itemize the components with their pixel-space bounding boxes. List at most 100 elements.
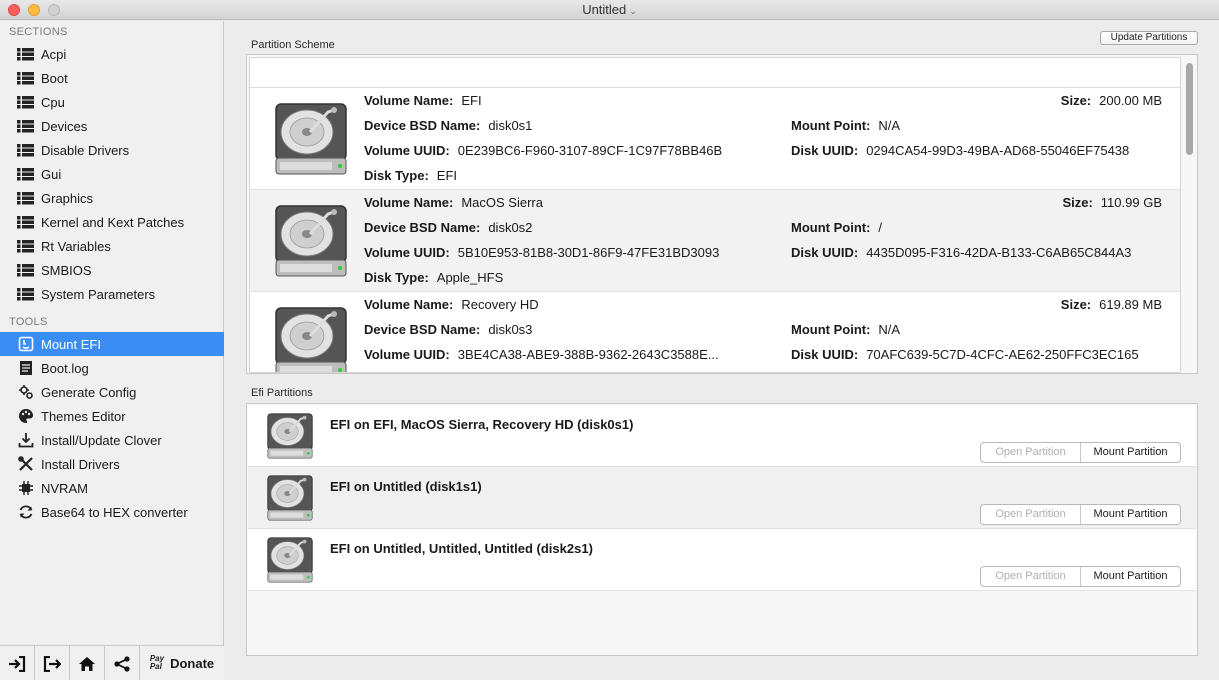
tool-item-themes-editor[interactable]: Themes Editor [0, 404, 224, 428]
home-button[interactable] [70, 646, 105, 680]
share-button[interactable] [105, 646, 140, 680]
disk-type-field: Disk Type: [364, 372, 437, 373]
tool-item-label: Base64 to HEX converter [41, 504, 188, 520]
tool-item-nvram[interactable]: NVRAM [0, 476, 224, 500]
list-icon [17, 238, 34, 255]
hard-drive-icon [270, 98, 352, 180]
partition-action-control: Open Partition Mount Partition [980, 566, 1181, 587]
sidebar-item-label: Cpu [41, 94, 65, 110]
mount-point-field: Mount Point: N/A [791, 118, 901, 133]
main-panel: Partition Scheme Update Partitions Volum… [225, 21, 1219, 680]
sidebar-item-boot[interactable]: Boot [0, 66, 224, 90]
sidebar-item-gui[interactable]: Gui [0, 162, 224, 186]
mount-partition-button[interactable]: Mount Partition [1081, 443, 1180, 462]
partition-row[interactable]: Volume Name: MacOS Sierra Device BSD Name:… [250, 190, 1180, 292]
download-icon [17, 432, 34, 449]
donate-button[interactable]: Pay Pal Donate [140, 646, 224, 680]
list-icon [17, 166, 34, 183]
hard-drive-icon [270, 302, 352, 372]
bottom-toolbar: Pay Pal Donate [0, 645, 224, 680]
sidebar-item-rt-variables[interactable]: Rt Variables [0, 234, 224, 258]
sidebar-item-acpi[interactable]: Acpi [0, 42, 224, 66]
tool-item-boot-log[interactable]: Boot.log [0, 356, 224, 380]
tool-item-label: Generate Config [41, 384, 137, 400]
partition-scrollbar[interactable] [1183, 59, 1195, 371]
size-field: Size: 110.99 GB [1062, 195, 1162, 210]
tools-heading: TOOLS [9, 316, 48, 328]
document-icon [17, 360, 34, 377]
disk-type-field: Disk Type: Apple_HFS [364, 270, 504, 285]
hard-drive-icon [264, 472, 316, 524]
export-icon [43, 655, 61, 672]
partition-action-control: Open Partition Mount Partition [980, 442, 1181, 463]
tool-item-install-update-clover[interactable]: Install/Update Clover [0, 428, 224, 452]
partition-action-control: Open Partition Mount Partition [980, 504, 1181, 525]
sidebar-item-label: Rt Variables [41, 238, 111, 254]
volume-uuid-field: Volume UUID: 5B10E953-81B8-30D1-86F9-47FE… [364, 245, 720, 260]
chevron-down-icon: ⌄ [629, 6, 637, 16]
efi-partition-row[interactable]: EFI on Untitled, Untitled, Untitled (dis… [248, 529, 1196, 591]
sidebar-item-graphics[interactable]: Graphics [0, 186, 224, 210]
volume-name-field: Volume Name: Recovery HD [364, 297, 539, 312]
sidebar-item-disable-drivers[interactable]: Disable Drivers [0, 138, 224, 162]
efi-partitions-label: Efi Partitions [251, 387, 313, 399]
tool-item-generate-config[interactable]: Generate Config [0, 380, 224, 404]
sidebar-item-label: Boot [41, 70, 68, 86]
donate-label: Donate [170, 655, 215, 671]
open-partition-button[interactable]: Open Partition [981, 567, 1081, 586]
paypal-icon: Pay Pal [149, 654, 165, 671]
mount-partition-button[interactable]: Mount Partition [1081, 567, 1180, 586]
efi-partitions-box: EFI on EFI, MacOS Sierra, Recovery HD (d… [246, 403, 1198, 656]
partition-table-header [250, 58, 1180, 88]
list-icon [17, 46, 34, 63]
tool-item-mount-efi[interactable]: Mount EFI [0, 332, 224, 356]
sidebar-item-label: Disable Drivers [41, 142, 130, 158]
refresh-icon [17, 504, 34, 521]
finder-icon [17, 336, 34, 353]
scrollbar-thumb[interactable] [1186, 63, 1193, 155]
list-icon [17, 286, 34, 303]
tool-item-label: Mount EFI [41, 336, 101, 352]
partition-table[interactable]: Volume Name: EFI Device BSD Name: disk0s1 Vo… [249, 57, 1181, 373]
efi-partition-title: EFI on EFI, MacOS Sierra, Recovery HD (d… [330, 417, 634, 432]
sidebar-item-cpu[interactable]: Cpu [0, 90, 224, 114]
disk-uuid-field: Disk UUID: 0294CA54-99D3-49BA-AD68-55046E… [791, 143, 1130, 158]
import-button[interactable] [0, 646, 35, 680]
volume-uuid-field: Volume UUID: 3BE4CA38-ABE9-388B-9362-2643… [364, 347, 719, 362]
list-icon [17, 142, 34, 159]
export-button[interactable] [35, 646, 70, 680]
sidebar-item-smbios[interactable]: SMBIOS [0, 258, 224, 282]
mount-partition-button[interactable]: Mount Partition [1081, 505, 1180, 524]
window-title[interactable]: Untitled ⌄ [0, 2, 1219, 17]
hard-drive-icon [270, 200, 352, 282]
partition-row[interactable]: Volume Name: EFI Device BSD Name: disk0s1 Vo… [250, 88, 1180, 190]
efi-partition-row[interactable]: EFI on EFI, MacOS Sierra, Recovery HD (d… [248, 405, 1196, 467]
sidebar-item-label: Kernel and Kext Patches [41, 214, 185, 230]
list-icon [17, 214, 34, 231]
mount-point-field: Mount Point: N/A [791, 322, 901, 337]
open-partition-button[interactable]: Open Partition [981, 443, 1081, 462]
tool-item-install-drivers[interactable]: Install Drivers [0, 452, 224, 476]
open-partition-button[interactable]: Open Partition [981, 505, 1081, 524]
partition-scheme-box: Volume Name: EFI Device BSD Name: disk0s1 Vo… [246, 54, 1198, 374]
list-icon [17, 118, 34, 135]
sidebar-item-label: System Parameters [41, 286, 156, 302]
volume-name-field: Volume Name: EFI [364, 93, 482, 108]
tool-item-label: Boot.log [41, 360, 89, 376]
update-partitions-button[interactable]: Update Partitions [1100, 31, 1198, 45]
efi-partition-row[interactable]: EFI on Untitled (disk1s1) Open Partition M… [248, 467, 1196, 529]
chip-icon [17, 480, 34, 497]
sidebar-item-kernel-and-kext-patches[interactable]: Kernel and Kext Patches [0, 210, 224, 234]
sidebar: SECTIONS Acpi Boot Cpu Devices Disable Drive… [0, 21, 224, 680]
device-bsd-field: Device BSD Name: disk0s1 [364, 118, 533, 133]
device-bsd-field: Device BSD Name: disk0s3 [364, 322, 533, 337]
sidebar-item-devices[interactable]: Devices [0, 114, 224, 138]
sidebar-item-system-parameters[interactable]: System Parameters [0, 282, 224, 306]
disk-uuid-field: Disk UUID: 4435D095-F316-42DA-B133-C6AB65… [791, 245, 1132, 260]
partition-row[interactable]: Volume Name: Recovery HD Device BSD Name: d… [250, 292, 1180, 373]
sidebar-item-label: Devices [41, 118, 88, 134]
hard-drive-icon [264, 410, 316, 462]
tool-item-base64-to-hex-converter[interactable]: Base64 to HEX converter [0, 500, 224, 524]
disk-uuid-field: Disk UUID: 70AFC639-5C7D-4CFC-AE62-250FFC… [791, 347, 1139, 362]
sidebar-item-label: Graphics [41, 190, 94, 206]
